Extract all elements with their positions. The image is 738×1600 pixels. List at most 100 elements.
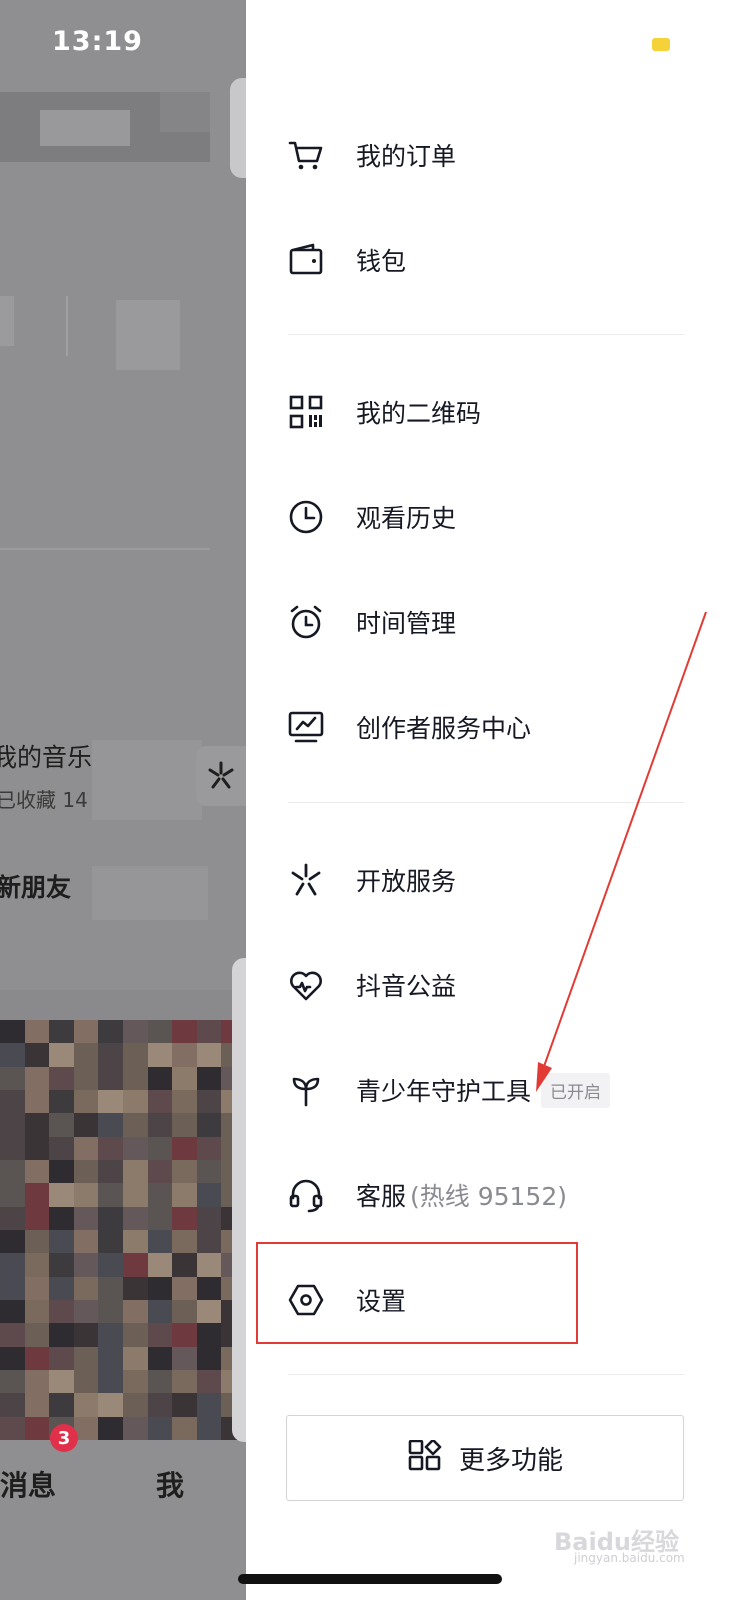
cart-icon — [286, 135, 326, 175]
mosaic-cell — [196, 1230, 222, 1254]
mosaic-cell — [24, 1370, 50, 1394]
more-features-label: 更多功能 — [458, 1445, 563, 1476]
menu-label: 抖音公益 — [356, 972, 457, 1001]
more-features-button[interactable]: 更多功能 — [286, 1415, 684, 1501]
mosaic-cell — [0, 1160, 25, 1184]
mosaic-cell — [147, 1043, 173, 1067]
menu-item-orders[interactable]: 我的订单 — [286, 125, 706, 185]
mosaic-cell — [147, 1113, 173, 1137]
mosaic-cell — [123, 1206, 148, 1230]
mosaic-cell — [49, 1370, 74, 1394]
blurred-friends — [92, 866, 208, 920]
hotline-hint: (热线 95152) — [410, 1182, 567, 1211]
mosaic-cell — [73, 1393, 99, 1417]
headset-icon — [286, 1175, 326, 1215]
menu-item-history[interactable]: 观看历史 — [286, 487, 706, 547]
bg-music-title: 我的音乐 — [0, 743, 93, 772]
mosaic-cell — [73, 1370, 99, 1394]
menu-item-charity[interactable]: 抖音公益 — [286, 955, 706, 1015]
mosaic-cell — [24, 1090, 50, 1114]
wallet-icon — [286, 240, 326, 280]
mosaic-cell — [98, 1253, 123, 1277]
mosaic-cell — [147, 1020, 173, 1044]
mosaic-cell — [49, 1206, 74, 1230]
mosaic-cell — [0, 1066, 25, 1090]
mosaic-cell — [49, 1113, 74, 1137]
menu-item-customer-service[interactable]: 客服 (热线 95152) — [286, 1165, 706, 1225]
mosaic-cell — [24, 1113, 50, 1137]
menu-item-wallet[interactable]: 钱包 — [286, 230, 706, 290]
menu-item-time-management[interactable]: 时间管理 — [286, 592, 706, 652]
blurred-stats — [0, 296, 14, 346]
mosaic-cell — [49, 1300, 74, 1324]
mosaic-cell — [172, 1416, 197, 1440]
mosaic-cell — [172, 1043, 197, 1067]
mosaic-cell — [49, 1090, 74, 1114]
mosaic-cell — [0, 1206, 25, 1230]
mosaic-cell — [0, 1253, 25, 1277]
mosaic-cell — [24, 1160, 50, 1184]
mosaic-cell — [49, 1043, 74, 1067]
mosaic-cell — [49, 1253, 74, 1277]
mosaic-cell — [98, 1043, 123, 1067]
mosaic-cell — [0, 1136, 25, 1160]
mosaic-cell — [73, 1020, 99, 1044]
mosaic-cell — [196, 1393, 222, 1417]
bg-music-sub: 已收藏 14 — [0, 788, 88, 812]
side-drawer: 我的订单 钱包 我的二维码 观看历史 时间管理 创作者服务中心 开放服务 抖音公… — [246, 0, 738, 1600]
mosaic-cell — [196, 1160, 222, 1184]
tab-me: 我 — [156, 1469, 185, 1502]
mosaic-cell — [147, 1136, 173, 1160]
menu-item-youth-protection[interactable]: 青少年守护工具 已开启 — [286, 1060, 706, 1120]
mosaic-cell — [73, 1043, 99, 1067]
sparkle-icon — [286, 860, 326, 900]
menu-item-qrcode[interactable]: 我的二维码 — [286, 382, 706, 442]
blurred-line — [0, 548, 210, 550]
messages-badge: 3 — [50, 1424, 78, 1452]
clock-icon — [286, 497, 326, 537]
mosaic-cell — [123, 1136, 148, 1160]
curve-edge — [232, 958, 246, 1442]
mosaic-cell — [147, 1323, 173, 1347]
mosaic-cell — [147, 1370, 173, 1394]
divider — [288, 334, 684, 335]
enabled-tag: 已开启 — [541, 1072, 611, 1108]
mosaic-cell — [147, 1183, 173, 1207]
mosaic-cell — [73, 1090, 99, 1114]
mosaic-cell — [196, 1416, 222, 1440]
mosaic-cell — [24, 1276, 50, 1300]
mosaic-cell — [24, 1206, 50, 1230]
mosaic-cell — [73, 1346, 99, 1370]
mosaic-cell — [147, 1066, 173, 1090]
status-time: 13:19 — [52, 26, 143, 57]
mosaic-cell — [49, 1136, 74, 1160]
menu-item-open-services[interactable]: 开放服务 — [286, 850, 706, 910]
mosaic-cell — [196, 1113, 222, 1137]
pixelated-video-grid — [0, 1020, 246, 1440]
menu-label: 观看历史 — [356, 504, 457, 533]
mosaic-cell — [0, 1416, 25, 1440]
mosaic-cell — [24, 1300, 50, 1324]
mosaic-cell — [123, 1416, 148, 1440]
mosaic-cell — [123, 1393, 148, 1417]
menu-item-creator-center[interactable]: 创作者服务中心 — [286, 697, 706, 757]
mosaic-cell — [196, 1066, 222, 1090]
menu-label: 青少年守护工具 — [356, 1077, 532, 1106]
mosaic-cell — [24, 1020, 50, 1044]
mosaic-cell — [123, 1020, 148, 1044]
mosaic-cell — [172, 1300, 197, 1324]
blurred-cover — [92, 740, 202, 820]
mosaic-cell — [196, 1346, 222, 1370]
menu-label: 时间管理 — [356, 609, 457, 638]
mosaic-cell — [147, 1416, 173, 1440]
mosaic-cell — [123, 1323, 148, 1347]
mosaic-cell — [0, 1323, 25, 1347]
mosaic-cell — [24, 1066, 50, 1090]
mosaic-cell — [98, 1393, 123, 1417]
mosaic-cell — [98, 1183, 123, 1207]
monitor-chart-icon — [286, 707, 326, 747]
menu-label: 客服 (热线 95152) — [356, 1177, 567, 1213]
bg-star-button — [196, 746, 246, 806]
mosaic-cell — [98, 1323, 123, 1347]
mosaic-cell — [98, 1416, 123, 1440]
